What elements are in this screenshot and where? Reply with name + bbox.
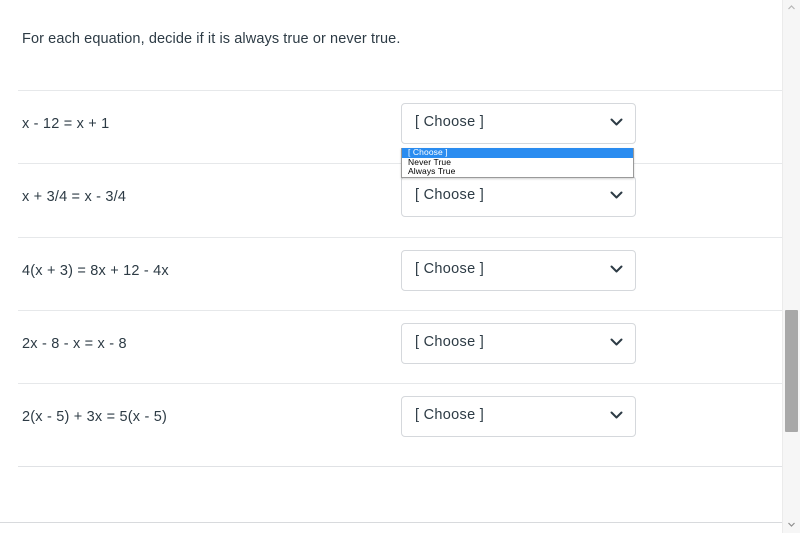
equation-text: x - 12 = x + 1 bbox=[22, 116, 110, 132]
question-row: 4(x + 3) = 8x + 12 - 4x [ Choose ] bbox=[0, 237, 782, 309]
row-divider bbox=[18, 383, 782, 384]
page-title: For each equation, decide if it is alway… bbox=[22, 31, 401, 47]
equation-text: 2(x - 5) + 3x = 5(x - 5) bbox=[22, 409, 168, 425]
select-value: [ Choose ] bbox=[415, 114, 485, 130]
row-divider bbox=[18, 310, 782, 311]
scroll-up-arrow-icon[interactable] bbox=[783, 0, 800, 16]
answer-select-3[interactable]: [ Choose ] bbox=[401, 250, 636, 291]
answer-select-5[interactable]: [ Choose ] bbox=[401, 396, 636, 437]
dropdown-option-list[interactable]: [ Choose ] Never True Always True bbox=[401, 147, 634, 178]
question-row: x + 3/4 = x - 3/4 [ Choose ] bbox=[0, 163, 782, 235]
select-value: [ Choose ] bbox=[415, 261, 485, 277]
equation-text: 2x - 8 - x = x - 8 bbox=[22, 336, 127, 352]
row-divider bbox=[18, 90, 782, 91]
select-value: [ Choose ] bbox=[415, 187, 485, 203]
quiz-content: For each equation, decide if it is alway… bbox=[0, 0, 782, 533]
question-row: 2x - 8 - x = x - 8 [ Choose ] bbox=[0, 310, 782, 382]
row-divider bbox=[0, 522, 782, 523]
answer-select-2[interactable]: [ Choose ] bbox=[401, 176, 636, 217]
question-row: x - 12 = x + 1 [ Choose ] bbox=[0, 90, 782, 162]
equation-text: 4(x + 3) = 8x + 12 - 4x bbox=[22, 263, 169, 279]
equation-text: x + 3/4 = x - 3/4 bbox=[22, 189, 127, 205]
row-divider bbox=[18, 237, 782, 238]
scrollbar-thumb[interactable] bbox=[785, 310, 798, 432]
dropdown-option-always-true[interactable]: Always True bbox=[402, 166, 633, 177]
answer-select-4[interactable]: [ Choose ] bbox=[401, 323, 636, 364]
select-value: [ Choose ] bbox=[415, 407, 485, 423]
question-row: 2(x - 5) + 3x = 5(x - 5) [ Choose ] bbox=[0, 383, 782, 455]
answer-select-1[interactable]: [ Choose ] bbox=[401, 103, 636, 144]
vertical-scrollbar[interactable] bbox=[782, 0, 800, 533]
select-value: [ Choose ] bbox=[415, 334, 485, 350]
row-divider bbox=[18, 163, 782, 164]
row-divider bbox=[18, 466, 782, 467]
quiz-page: For each equation, decide if it is alway… bbox=[0, 0, 800, 533]
scroll-down-arrow-icon[interactable] bbox=[783, 517, 800, 533]
